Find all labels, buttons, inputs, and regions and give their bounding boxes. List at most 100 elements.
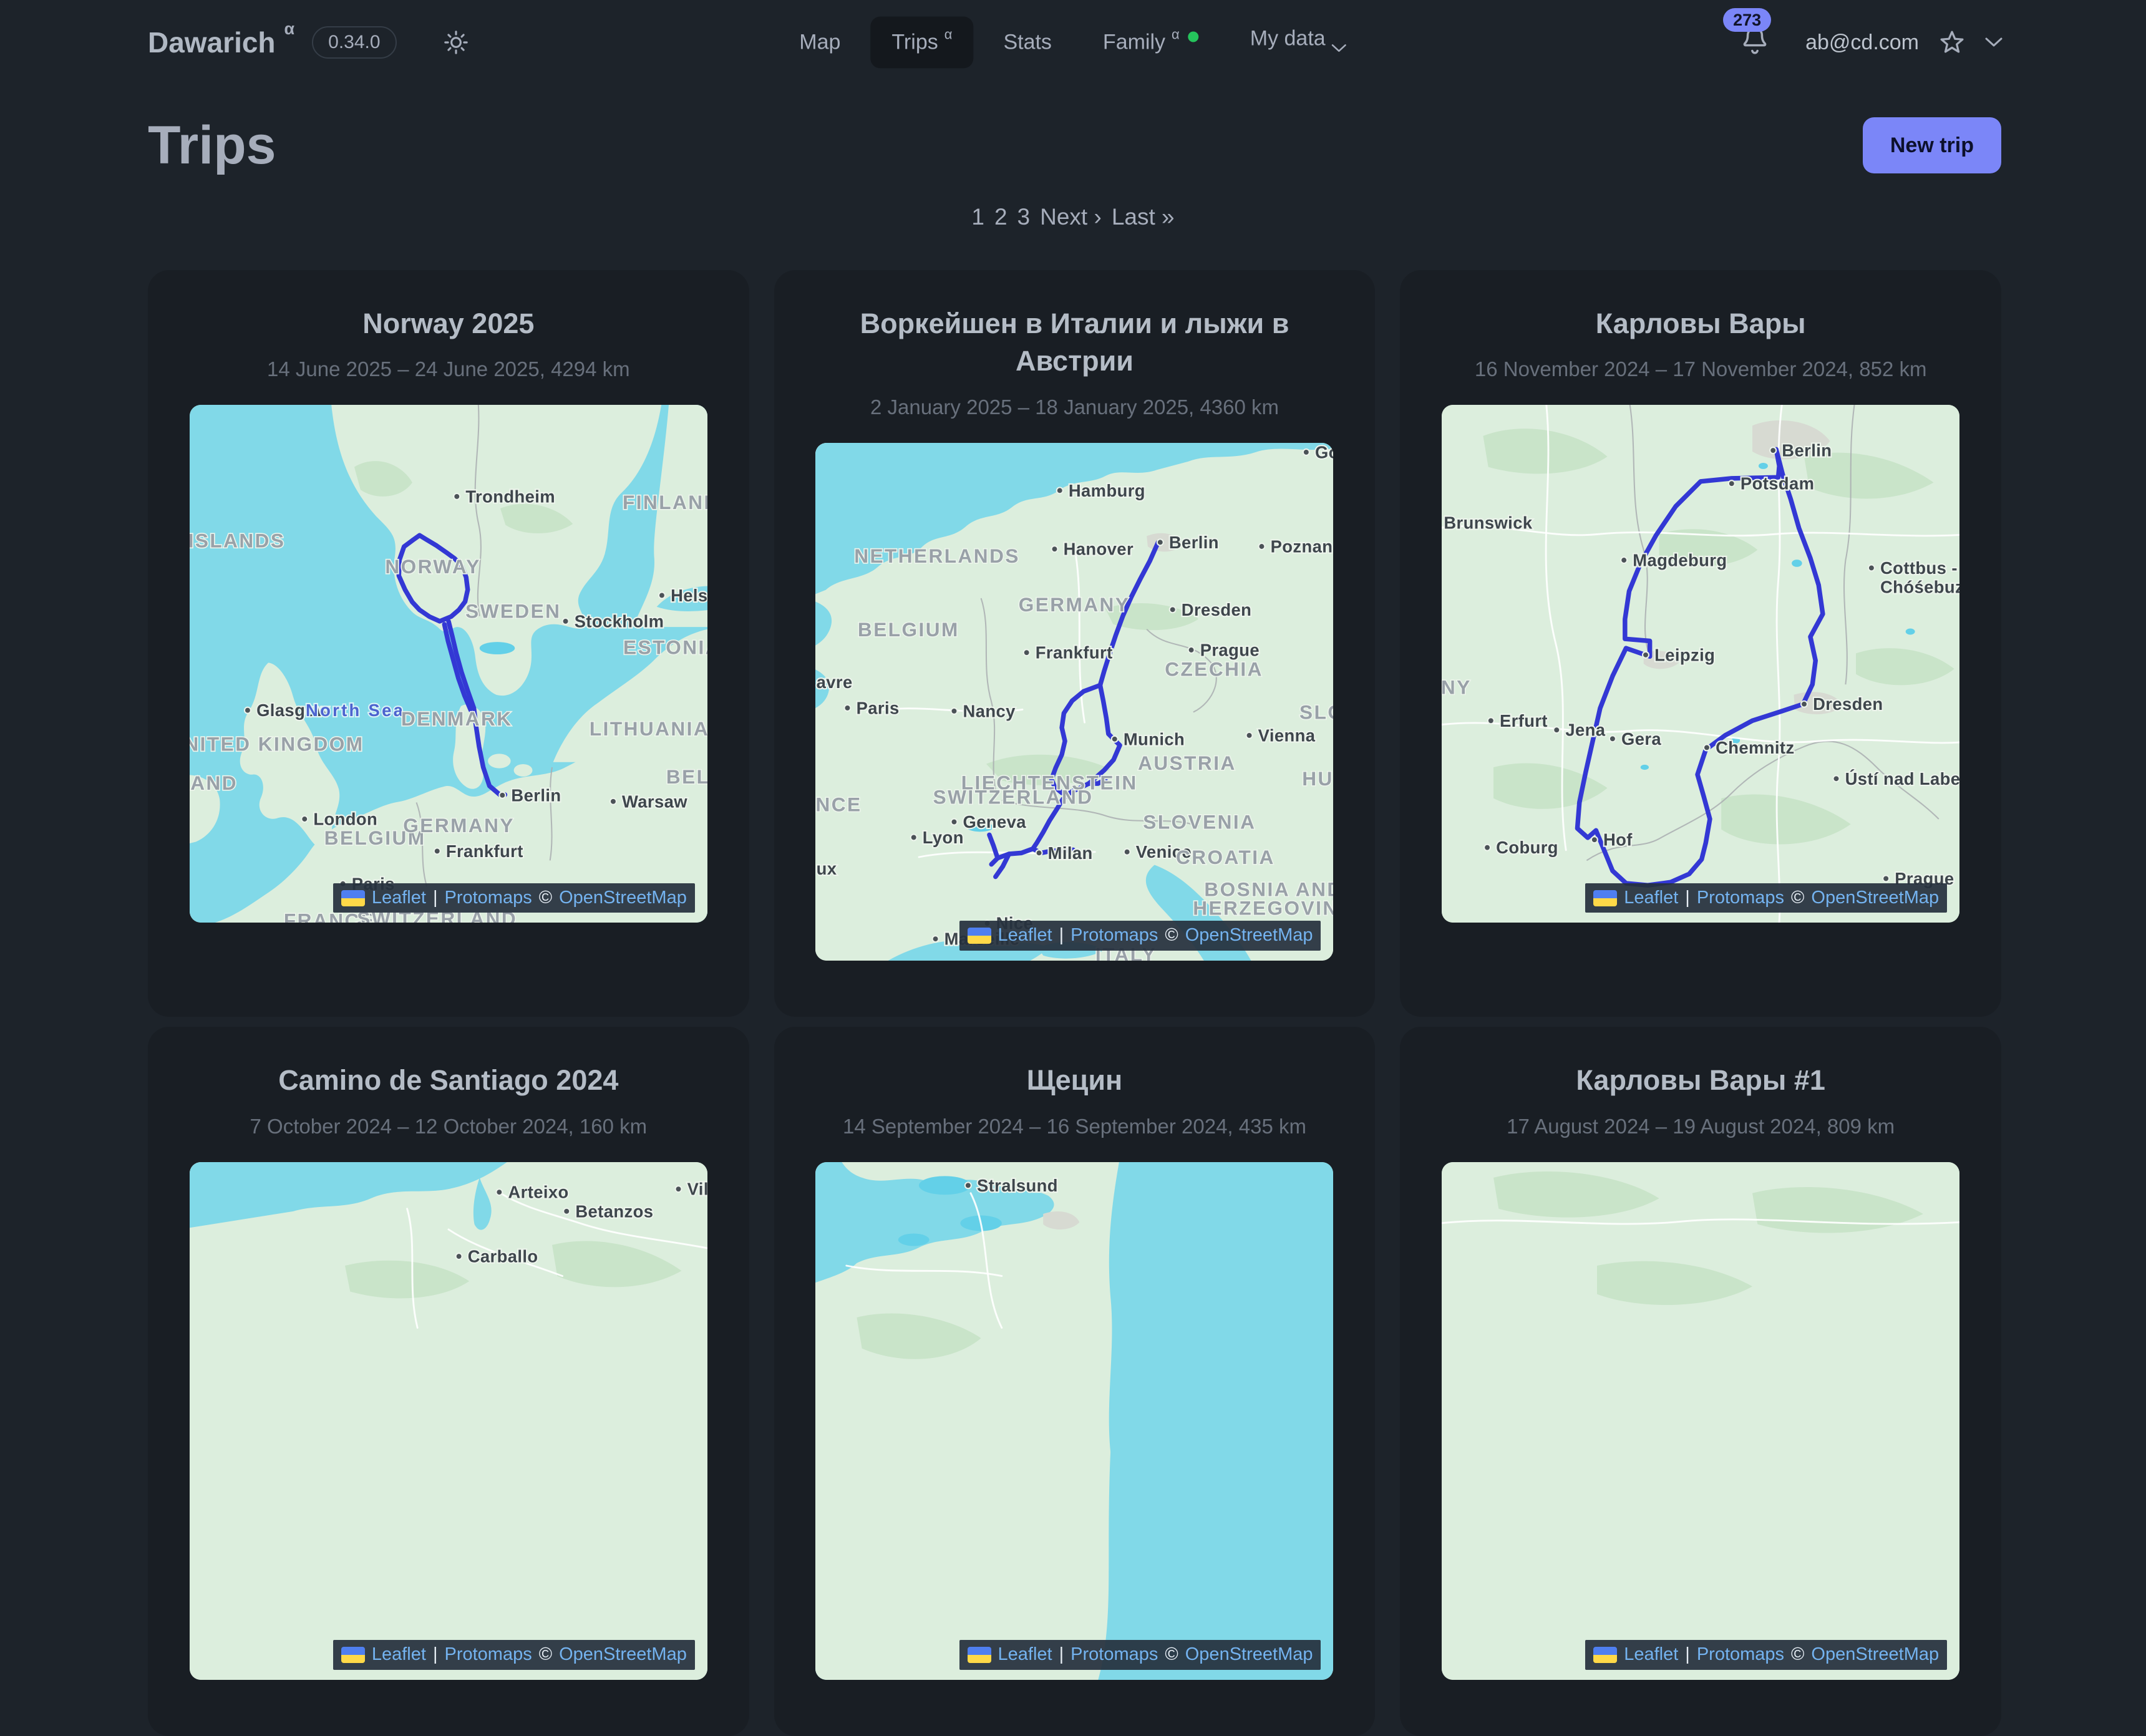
user-email-menu[interactable]: ab@cd.com [1805,31,1919,55]
nav-item-map[interactable]: Map [778,17,862,69]
map-attribution: Leaflet|Protomaps©OpenStreetMap [959,921,1321,951]
trip-card[interactable]: Воркейшен в Италии и лыжи в Австрии2 Jan… [774,270,1376,1017]
new-trip-button[interactable]: New trip [1863,117,2001,173]
page-title: Trips [148,116,276,175]
map-attribution: Leaflet|Protomaps©OpenStreetMap [333,883,695,913]
trip-map[interactable]: Leaflet|Protomaps©OpenStreetMap [1442,1162,1959,1680]
svg-text:Stralsund: Stralsund [977,1176,1058,1195]
svg-text:HERZEGOVINA: HERZEGOVINA [1193,896,1334,919]
notifications-button[interactable]: 273 [1739,24,1770,61]
trip-title: Norway 2025 [362,305,534,343]
chevron-down-icon [1332,34,1347,59]
svg-text:CROATIA: CROATIA [1176,846,1275,868]
user-menu-toggle[interactable] [1985,37,2003,47]
trip-dates: 2 January 2025 – 18 January 2025, 4360 k… [870,395,1279,419]
version-badge: 0.34.0 [312,26,396,59]
protomaps-link[interactable]: Protomaps [1697,886,1784,910]
svg-text:DENMARK: DENMARK [401,707,513,730]
protomaps-link[interactable]: Protomaps [1071,1643,1158,1667]
svg-text:Warsaw: Warsaw [622,792,687,812]
nav-item-label: Family [1103,31,1165,55]
protomaps-link[interactable]: Protomaps [1697,1643,1784,1667]
trip-card[interactable]: Norway 202514 June 2025 – 24 June 2025, … [148,270,749,1017]
last-page-link[interactable]: Last » [1112,204,1175,230]
protomaps-link[interactable]: Protomaps [444,886,532,910]
openstreetmap-link[interactable]: OpenStreetMap [559,886,687,910]
trip-map[interactable]: E ISLANDSTrondheimFINLANDNORWAYSWEDENHel… [190,405,707,923]
svg-text:Stockholm: Stockholm [575,612,664,631]
svg-text:Cottbus -Chóśebuz: Cottbus -Chóśebuz [1880,558,1959,596]
nav-item-my-data[interactable]: My data [1229,13,1368,72]
svg-text:SLOVENIA: SLOVENIA [1143,811,1256,833]
trip-map[interactable]: GoHamburgNETHERLANDSHanoverBerlinPoznanG… [815,443,1333,961]
svg-text:FINLAND: FINLAND [623,491,707,513]
openstreetmap-link[interactable]: OpenStreetMap [559,1643,687,1667]
trip-title: Camino de Santiago 2024 [278,1062,618,1100]
nav-item-label: Map [799,31,840,55]
nav-item-stats[interactable]: Stats [982,17,1072,69]
protomaps-link[interactable]: Protomaps [1071,924,1158,948]
svg-text:Potsdam: Potsdam [1741,474,1815,493]
page-1-link[interactable]: 1 [971,204,984,230]
svg-text:Munich: Munich [1124,729,1185,749]
protomaps-link[interactable]: Protomaps [444,1643,532,1667]
nav-item-family[interactable]: Familyα [1082,17,1220,69]
svg-text:Trondheim: Trondheim [465,487,555,507]
nav-item-label: Stats [1003,31,1051,55]
svg-text:avre: avre [817,672,853,692]
svg-text:Geneva: Geneva [963,812,1027,832]
next-page-link[interactable]: Next › [1040,204,1102,230]
svg-text:Vienna: Vienna [1258,726,1316,745]
openstreetmap-link[interactable]: OpenStreetMap [1185,1643,1313,1667]
copyright-symbol: © [1165,924,1178,948]
trips-grid: Norway 202514 June 2025 – 24 June 2025, … [148,270,2001,1736]
nav-item-trips[interactable]: Tripsα [870,17,973,69]
svg-text:Brunswick: Brunswick [1444,513,1533,533]
leaflet-link[interactable]: Leaflet [998,1643,1052,1667]
app-logo-text: Dawarich [148,26,276,59]
attribution-separator: | [1685,1643,1690,1667]
navbar-right: 273 ab@cd.com [1739,24,2003,61]
alpha-superscript: α [944,27,953,43]
leaflet-link[interactable]: Leaflet [1624,1643,1678,1667]
svg-text:Milan: Milan [1048,843,1093,863]
trip-map[interactable]: Stralsund Leaflet|Protomaps©OpenStreetMap [815,1162,1333,1680]
attribution-separator: | [433,886,438,910]
svg-text:Paris: Paris [857,699,900,718]
theme-toggle-button[interactable] [443,29,469,56]
svg-text:Arteixo: Arteixo [508,1182,568,1201]
trip-map[interactable]: BerlinPotsdamBrunswickMagdeburgCottbus -… [1442,405,1959,923]
svg-text:SWEDEN: SWEDEN [465,600,561,623]
leaflet-link[interactable]: Leaflet [372,1643,426,1667]
svg-text:Berlin: Berlin [511,786,561,805]
svg-text:Magdeburg: Magdeburg [1633,551,1727,570]
notifications-count-badge: 273 [1723,8,1771,32]
trip-map-svg: ArteixoBetanzosVilaCarballo [190,1162,707,1680]
openstreetmap-link[interactable]: OpenStreetMap [1185,924,1313,948]
trip-card[interactable]: Щецин14 September 2024 – 16 September 20… [774,1027,1376,1736]
page-2-link[interactable]: 2 [994,204,1007,230]
svg-text:Frankfurt: Frankfurt [446,841,523,861]
trip-card[interactable]: Карловы Вары16 November 2024 – 17 Novemb… [1400,270,2001,1017]
alpha-superscript: α [284,19,295,39]
ukraine-flag-icon [1593,890,1617,906]
attribution-separator: | [433,1643,438,1667]
trip-card[interactable]: Camino de Santiago 20247 October 2024 – … [148,1027,749,1736]
app-logo[interactable]: Dawarich α [148,26,294,59]
svg-text:E ISLANDS: E ISLANDS [190,530,285,552]
openstreetmap-link[interactable]: OpenStreetMap [1811,886,1939,910]
leaflet-link[interactable]: Leaflet [1624,886,1678,910]
page-3-link[interactable]: 3 [1017,204,1031,230]
leaflet-link[interactable]: Leaflet [998,924,1052,948]
map-attribution: Leaflet|Protomaps©OpenStreetMap [959,1640,1321,1670]
trip-card[interactable]: Карловы Вары #117 August 2024 – 19 Augus… [1400,1027,2001,1736]
svg-text:Vila: Vila [687,1180,707,1199]
leaflet-link[interactable]: Leaflet [372,886,426,910]
favorite-button[interactable] [1938,28,1966,57]
trip-map-svg: GoHamburgNETHERLANDSHanoverBerlinPoznanG… [815,443,1333,961]
svg-text:Nancy: Nancy [963,702,1016,721]
trip-map[interactable]: ArteixoBetanzosVilaCarballoLeaflet |Proto… [190,1162,707,1680]
svg-text:Prague: Prague [1200,641,1260,660]
openstreetmap-link[interactable]: OpenStreetMap [1811,1643,1939,1667]
trip-map-svg: Stralsund [815,1162,1333,1680]
